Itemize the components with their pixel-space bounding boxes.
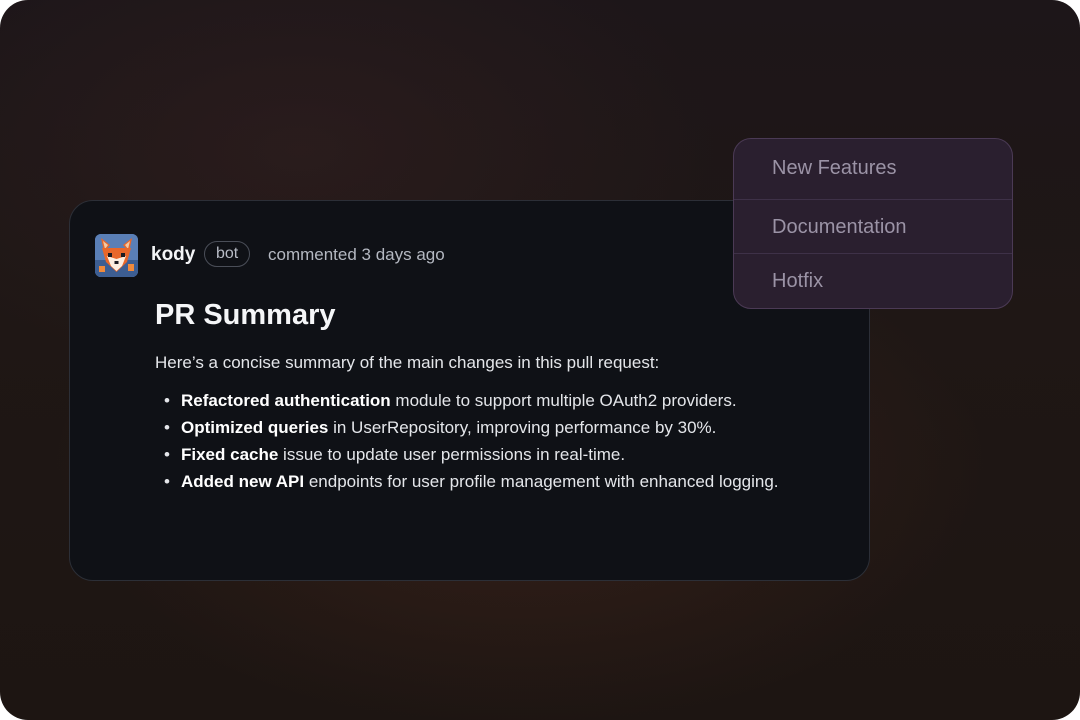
comment-timestamp: commented 3 days ago	[268, 245, 445, 264]
change-highlight: Added new API	[181, 472, 305, 491]
list-item: • Refactored authentication module to sup…	[155, 387, 779, 414]
change-description: module to support multiple OAuth2 provid…	[390, 391, 737, 410]
bullet-icon: •	[164, 472, 170, 491]
summary-title: PR Summary	[155, 299, 336, 331]
menu-divider	[734, 199, 1012, 200]
bullet-icon: •	[164, 418, 170, 437]
change-highlight: Fixed cache	[181, 445, 279, 464]
menu-item-new-features[interactable]: New Features	[734, 155, 1012, 181]
menu-item-documentation[interactable]: Documentation	[734, 214, 1012, 240]
bullet-icon: •	[164, 391, 170, 410]
change-description: in UserRepository, improving performance…	[328, 418, 717, 437]
change-highlight: Optimized queries	[181, 418, 329, 437]
changes-list: • Refactored authentication module to sup…	[155, 387, 779, 495]
bullet-icon: •	[164, 445, 170, 464]
list-item: • Optimized queries in UserRepository, im…	[155, 414, 779, 441]
change-highlight: Refactored authentication	[181, 391, 391, 410]
list-item: • Fixed cache issue to update user permis…	[155, 441, 779, 468]
change-description: endpoints for user profile management wi…	[304, 472, 779, 491]
bot-badge: bot	[204, 241, 251, 267]
menu-item-hotfix[interactable]: Hotfix	[734, 268, 1012, 294]
list-item: • Added new API endpoints for user profil…	[155, 468, 779, 495]
comment-author[interactable]: kody	[151, 243, 195, 267]
background-stage: kody bot commented 3 days ago PR Summary…	[0, 0, 1080, 720]
summary-intro: Here’s a concise summary of the main cha…	[155, 353, 660, 372]
menu-divider	[734, 253, 1012, 254]
label-dropdown-menu: New Features Documentation Hotfix	[733, 138, 1013, 309]
fox-avatar-icon[interactable]	[95, 234, 138, 277]
change-description: issue to update user permissions in real…	[278, 445, 626, 464]
